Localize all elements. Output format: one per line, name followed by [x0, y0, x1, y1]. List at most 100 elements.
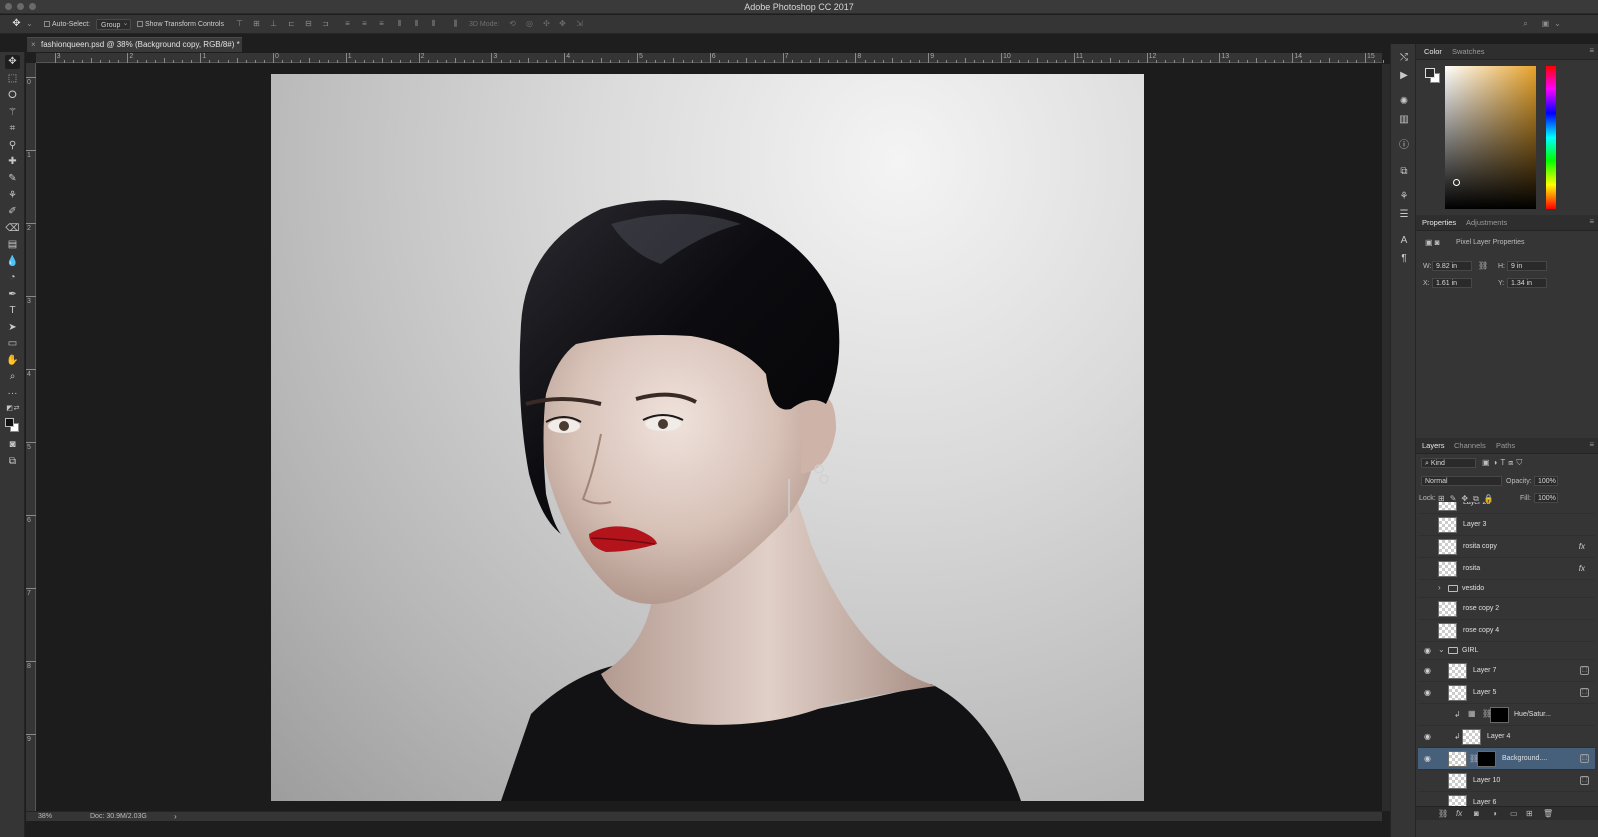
layer-row[interactable]: ◉ Layer 5 ⬚	[1418, 682, 1595, 704]
adjustments-icon[interactable]: ☰	[1398, 209, 1410, 221]
layer-thumbnail[interactable]	[1448, 751, 1467, 767]
eye-icon[interactable]: ◉	[1424, 666, 1434, 675]
eye-icon[interactable]: ◉	[1424, 646, 1434, 655]
chevron-down-icon[interactable]: ⌄	[1553, 19, 1562, 29]
mask-thumbnail[interactable]	[1490, 707, 1509, 723]
link-icon[interactable]: ⛓	[1478, 261, 1488, 270]
layer-row[interactable]: ◉ Layer 7 ⬚	[1418, 660, 1595, 682]
layer-row[interactable]: rosita fx	[1418, 558, 1595, 580]
layer-thumbnail[interactable]	[1448, 685, 1467, 701]
fx-icon[interactable]: fx	[1579, 542, 1585, 551]
type-tool-icon[interactable]: T	[5, 304, 20, 318]
link-layers-icon[interactable]: ⛓	[1438, 809, 1448, 818]
status-menu-arrow[interactable]: ›	[174, 812, 177, 821]
layer-thumbnail[interactable]	[1448, 663, 1467, 679]
lasso-tool-icon[interactable]: ⵔ	[5, 89, 20, 103]
tab-layers[interactable]: Layers	[1422, 441, 1445, 450]
layer-filter-dropdown[interactable]: ⌕ Kind	[1421, 458, 1476, 468]
document-tab[interactable]: × fashionqueen.psd @ 38% (Background cop…	[27, 37, 242, 52]
auto-select-dropdown[interactable]: Group	[96, 18, 132, 30]
character-icon[interactable]: A	[1398, 235, 1410, 247]
layer-thumbnail[interactable]	[1438, 561, 1457, 577]
layer-thumbnail[interactable]	[1448, 795, 1467, 806]
layer-row[interactable]: ◉ ⛓ Background.... ⬚	[1418, 748, 1595, 770]
tool-presets-icon[interactable]: ⚘	[1398, 191, 1410, 203]
layer-thumbnail[interactable]	[1438, 623, 1457, 639]
color-picker-marker[interactable]	[1453, 179, 1460, 186]
hue-slider[interactable]	[1546, 66, 1556, 209]
screen-mode-icon[interactable]: ⧉	[5, 455, 20, 469]
horizontal-ruler[interactable]: 3 2 1 0 1 2 3 4 5 6 7 8 9 10 11 12 13 14 15	[36, 53, 1430, 63]
width-field[interactable]: 9.82 in	[1432, 261, 1472, 271]
layer-row[interactable]: ◉ ↲ Layer 4	[1418, 726, 1595, 748]
eyedropper-tool-icon[interactable]: ⚲	[5, 139, 20, 153]
3d-orbit-icon[interactable]: ⟲	[508, 19, 517, 29]
3d-scale-icon[interactable]: ⇲	[575, 19, 584, 29]
close-icon[interactable]: ×	[31, 38, 36, 52]
tab-paths[interactable]: Paths	[1496, 441, 1515, 450]
search-icon[interactable]: ⌕	[1521, 19, 1530, 29]
rectangle-tool-icon[interactable]: ▭	[5, 337, 20, 351]
blend-mode-dropdown[interactable]: Normal	[1421, 476, 1502, 486]
layer-thumbnail[interactable]	[1438, 539, 1457, 555]
brush-tool-icon[interactable]: ✎	[5, 172, 20, 186]
info-icon[interactable]: ⓘ	[1398, 140, 1410, 152]
y-field[interactable]: 1.34 in	[1507, 278, 1547, 288]
layer-thumbnail[interactable]	[1438, 517, 1457, 533]
tab-swatches[interactable]: Swatches	[1452, 47, 1485, 56]
chevron-down-icon[interactable]: ⌄	[25, 19, 34, 29]
path-selection-tool-icon[interactable]: ➤	[5, 321, 20, 335]
align-hcenter-icon[interactable]: ⊟	[304, 19, 313, 29]
marquee-tool-icon[interactable]: ⬚	[5, 72, 20, 86]
brush-settings-icon[interactable]: ✺	[1398, 96, 1410, 108]
auto-select-checkbox[interactable]: Auto-Select:	[44, 19, 90, 30]
distribute-right-icon[interactable]: ⦀	[429, 19, 438, 29]
tab-color[interactable]: Color	[1424, 47, 1442, 56]
foreground-color-swatch[interactable]	[5, 418, 14, 427]
auto-align-icon[interactable]: ⫼	[451, 19, 460, 29]
distribute-top-icon[interactable]: ≡	[343, 19, 352, 29]
gradient-tool-icon[interactable]: ▤	[5, 238, 20, 252]
layer-row[interactable]: rose copy 2	[1418, 598, 1595, 620]
blur-tool-icon[interactable]: 💧	[5, 255, 20, 269]
layer-row[interactable]: Layer 3	[1418, 514, 1595, 536]
show-transform-checkbox[interactable]: Show Transform Controls	[137, 19, 224, 30]
layer-row[interactable]: Layer 23	[1418, 502, 1595, 514]
history-brush-tool-icon[interactable]: ✐	[5, 205, 20, 219]
crop-tool-icon[interactable]: ⌗	[5, 122, 20, 136]
new-layer-icon[interactable]: ⊞	[1526, 809, 1533, 818]
eye-icon[interactable]: ◉	[1424, 688, 1434, 697]
new-group-icon[interactable]: ▭	[1510, 809, 1518, 818]
hand-tool-icon[interactable]: ✋	[5, 354, 20, 368]
paragraph-icon[interactable]: ¶	[1398, 253, 1410, 265]
quick-mask-icon[interactable]: ◙	[5, 438, 20, 452]
color-panel-foreground-swatch[interactable]	[1425, 68, 1435, 78]
layer-row[interactable]: ◉ ⌄ GIRL	[1418, 642, 1595, 660]
move-tool-icon[interactable]: ✥	[5, 55, 20, 69]
opacity-field[interactable]: 100%	[1534, 476, 1558, 486]
layer-thumbnail[interactable]	[1462, 729, 1481, 745]
canvas-vertical-scrollbar[interactable]	[1382, 64, 1390, 811]
dodge-tool-icon[interactable]: ◔	[5, 271, 20, 285]
brushes-icon[interactable]: ▥	[1398, 114, 1410, 126]
zoom-tool-icon[interactable]: ⌕	[5, 370, 20, 384]
swap-colors-icon[interactable]: ⇄	[9, 402, 24, 416]
pen-tool-icon[interactable]: ✒	[5, 288, 20, 302]
3d-roll-icon[interactable]: ◎	[525, 19, 534, 29]
more-tools-icon[interactable]: ···	[5, 387, 20, 401]
eraser-tool-icon[interactable]: ⌫	[5, 222, 20, 236]
3d-pan-icon[interactable]: ✣	[542, 19, 551, 29]
eye-icon[interactable]: ◉	[1424, 732, 1434, 741]
align-vcenter-icon[interactable]: ⊞	[252, 19, 261, 29]
mask-thumbnail[interactable]	[1477, 751, 1496, 767]
eye-icon[interactable]: ◉	[1424, 754, 1434, 763]
workspace-icon[interactable]: ▣	[1541, 19, 1550, 29]
tab-properties[interactable]: Properties	[1422, 218, 1456, 227]
tab-channels[interactable]: Channels	[1454, 441, 1486, 450]
layer-row[interactable]: Layer 6	[1418, 792, 1595, 806]
layer-thumbnail[interactable]	[1438, 502, 1457, 511]
layer-row[interactable]: Layer 10 ⬚	[1418, 770, 1595, 792]
layer-row[interactable]: rosita copy fx	[1418, 536, 1595, 558]
layer-filter-icons[interactable]: ▣◑T⧈⛉	[1482, 458, 1525, 468]
color-field[interactable]	[1445, 66, 1536, 209]
